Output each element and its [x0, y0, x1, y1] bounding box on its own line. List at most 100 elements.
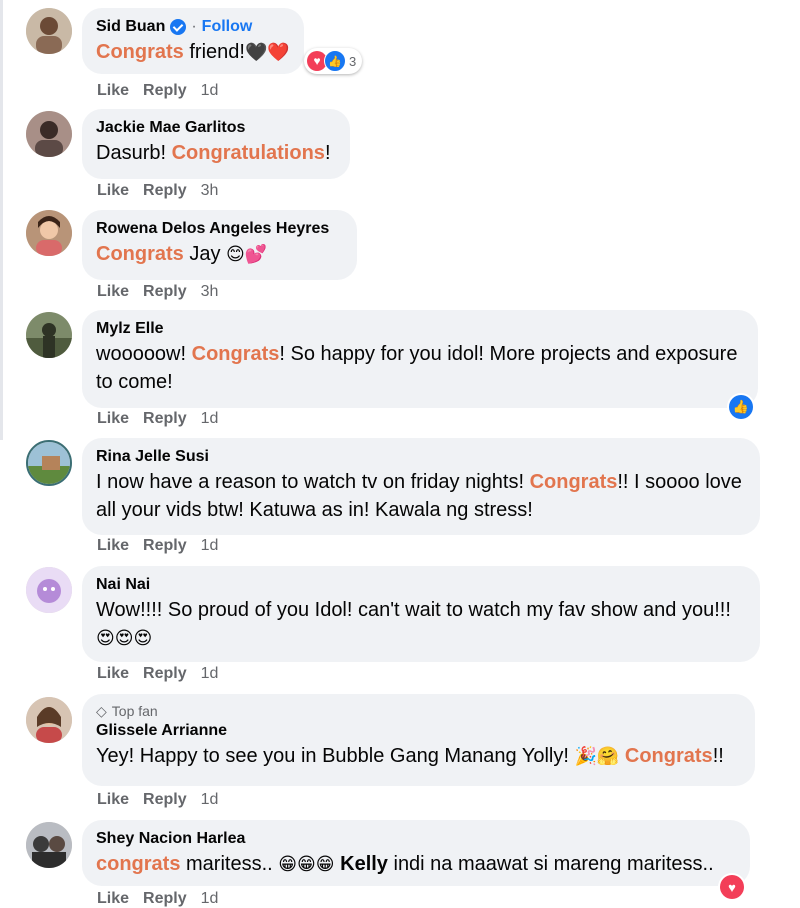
text-segment: wooooow!: [96, 343, 192, 365]
comment-actions: Like Reply 1d: [97, 82, 218, 100]
comment-actions: Like Reply 3h: [97, 182, 218, 200]
timestamp[interactable]: 3h: [201, 283, 219, 301]
author-name[interactable]: Glissele Arrianne: [96, 720, 227, 742]
text-segment: friend!: [183, 41, 245, 63]
author-row: Sid Buan · Follow: [96, 16, 290, 38]
text-segment: I now have a reason to watch tv on frida…: [96, 471, 530, 493]
like-button[interactable]: Like: [97, 82, 129, 100]
top-fan-badge[interactable]: ◇ Top fan: [96, 702, 741, 720]
comment-text: Congrats Jay 😊💕: [96, 240, 343, 269]
like-icon: 👍: [324, 50, 346, 72]
like-button[interactable]: Like: [97, 791, 129, 809]
like-button[interactable]: Like: [97, 890, 129, 908]
reply-button[interactable]: Reply: [143, 82, 187, 100]
reply-button[interactable]: Reply: [143, 890, 187, 908]
author-name[interactable]: Jackie Mae Garlitos: [96, 117, 245, 139]
emoji-text: 😍😍😍: [96, 628, 153, 649]
avatar[interactable]: [26, 567, 72, 613]
emoji-text: 🎉🤗: [574, 746, 620, 767]
avatar[interactable]: [26, 8, 72, 54]
comment-bubble: Jackie Mae Garlitos Dasurb! Congratulati…: [82, 109, 350, 179]
reply-button[interactable]: Reply: [143, 537, 187, 555]
avatar[interactable]: [26, 210, 72, 256]
comment-text: Congrats friend!🖤❤️: [96, 38, 290, 67]
comment-actions: Like Reply 1d: [97, 890, 218, 908]
timestamp[interactable]: 3h: [201, 182, 219, 200]
comment-bubble: Mylz Elle wooooow! Congrats! So happy fo…: [82, 310, 758, 408]
text-segment: !: [324, 142, 331, 164]
author-name[interactable]: Rowena Delos Angeles Heyres: [96, 218, 329, 240]
comment-text: Wow!!!! So proud of you Idol! can't wait…: [96, 596, 746, 653]
love-icon[interactable]: ♥: [720, 875, 744, 899]
avatar[interactable]: [26, 312, 72, 358]
emoji-text: 😁😁😁: [278, 854, 335, 875]
text-segment: indi na maawat si mareng maritess..: [387, 853, 714, 875]
comment-bubble: Rina Jelle Susi I now have a reason to w…: [82, 438, 760, 535]
like-icon[interactable]: 👍: [729, 395, 753, 419]
avatar[interactable]: [26, 111, 72, 157]
reply-button[interactable]: Reply: [143, 665, 187, 683]
comment-bubble: Shey Nacion Harlea congrats maritess.. 😁…: [82, 820, 750, 886]
avatar[interactable]: [26, 822, 72, 868]
comment-text: Yey! Happy to see you in Bubble Gang Man…: [96, 742, 741, 771]
text-segment: Jay: [183, 243, 227, 265]
author-name[interactable]: Mylz Elle: [96, 318, 164, 340]
reply-button[interactable]: Reply: [143, 791, 187, 809]
timestamp[interactable]: 1d: [201, 410, 219, 428]
avatar[interactable]: [26, 440, 72, 486]
top-fan-label: Top fan: [111, 703, 158, 719]
like-button[interactable]: Like: [97, 537, 129, 555]
like-button[interactable]: Like: [97, 283, 129, 301]
comment-actions: Like Reply 1d: [97, 410, 218, 428]
comment-bubble: ◇ Top fan Glissele Arrianne Yey! Happy t…: [82, 694, 755, 786]
highlighted-text: Congrats: [624, 745, 713, 767]
avatar[interactable]: [26, 697, 72, 743]
thread-rule: [0, 0, 3, 440]
reply-button[interactable]: Reply: [143, 410, 187, 428]
separator-dot: ·: [191, 18, 197, 35]
comment-actions: Like Reply 1d: [97, 665, 218, 683]
text-segment: maritess..: [180, 853, 279, 875]
highlighted-text: Congrats: [96, 243, 184, 265]
timestamp[interactable]: 1d: [201, 537, 219, 555]
timestamp[interactable]: 1d: [201, 890, 219, 908]
author-name[interactable]: Nai Nai: [96, 574, 150, 596]
highlighted-text: congrats: [96, 853, 181, 875]
author-name[interactable]: Shey Nacion Harlea: [96, 828, 245, 850]
text-segment: Wow!!!! So proud of you Idol! can't wait…: [96, 599, 731, 621]
highlighted-text: Congrats: [96, 41, 184, 63]
reaction-count: 3: [349, 53, 357, 69]
like-button[interactable]: Like: [97, 410, 129, 428]
comment-actions: Like Reply 1d: [97, 537, 218, 555]
highlighted-text: Congrats: [191, 343, 280, 365]
comment-text: wooooow! Congrats! So happy for you idol…: [96, 340, 744, 396]
text-segment: !!: [712, 745, 724, 767]
reply-button[interactable]: Reply: [143, 283, 187, 301]
emoji-text: 😊💕: [226, 244, 268, 265]
follow-button[interactable]: Follow: [202, 16, 253, 38]
comment-actions: Like Reply 1d: [97, 791, 218, 809]
timestamp[interactable]: 1d: [201, 82, 219, 100]
text-segment: Dasurb!: [96, 142, 172, 164]
timestamp[interactable]: 1d: [201, 665, 219, 683]
like-button[interactable]: Like: [97, 182, 129, 200]
comment-bubble: Nai Nai Wow!!!! So proud of you Idol! ca…: [82, 566, 760, 662]
like-button[interactable]: Like: [97, 665, 129, 683]
comment-bubble: Sid Buan · Follow Congrats friend!🖤❤️: [82, 8, 304, 74]
comment-actions: Like Reply 3h: [97, 283, 218, 301]
author-name[interactable]: Sid Buan: [96, 16, 165, 38]
author-name[interactable]: Rina Jelle Susi: [96, 446, 209, 468]
highlighted-text: Congrats: [529, 471, 618, 493]
diamond-icon: ◇: [96, 703, 107, 719]
reply-button[interactable]: Reply: [143, 182, 187, 200]
reaction-summary[interactable]: ♥ 👍 3: [304, 48, 363, 74]
timestamp[interactable]: 1d: [201, 791, 219, 809]
comment-text: congrats maritess.. 😁😁😁 Kelly indi na ma…: [96, 850, 736, 879]
comment-bubble: Rowena Delos Angeles Heyres Congrats Jay…: [82, 210, 357, 280]
verified-badge-icon: [170, 19, 187, 35]
text-segment: Yey! Happy to see you in Bubble Gang Man…: [96, 745, 575, 767]
emoji-text: 🖤❤️: [244, 42, 290, 63]
comment-text: I now have a reason to watch tv on frida…: [96, 468, 746, 524]
highlighted-text: Congratulations: [171, 142, 325, 164]
mention-link[interactable]: Kelly: [340, 853, 388, 875]
